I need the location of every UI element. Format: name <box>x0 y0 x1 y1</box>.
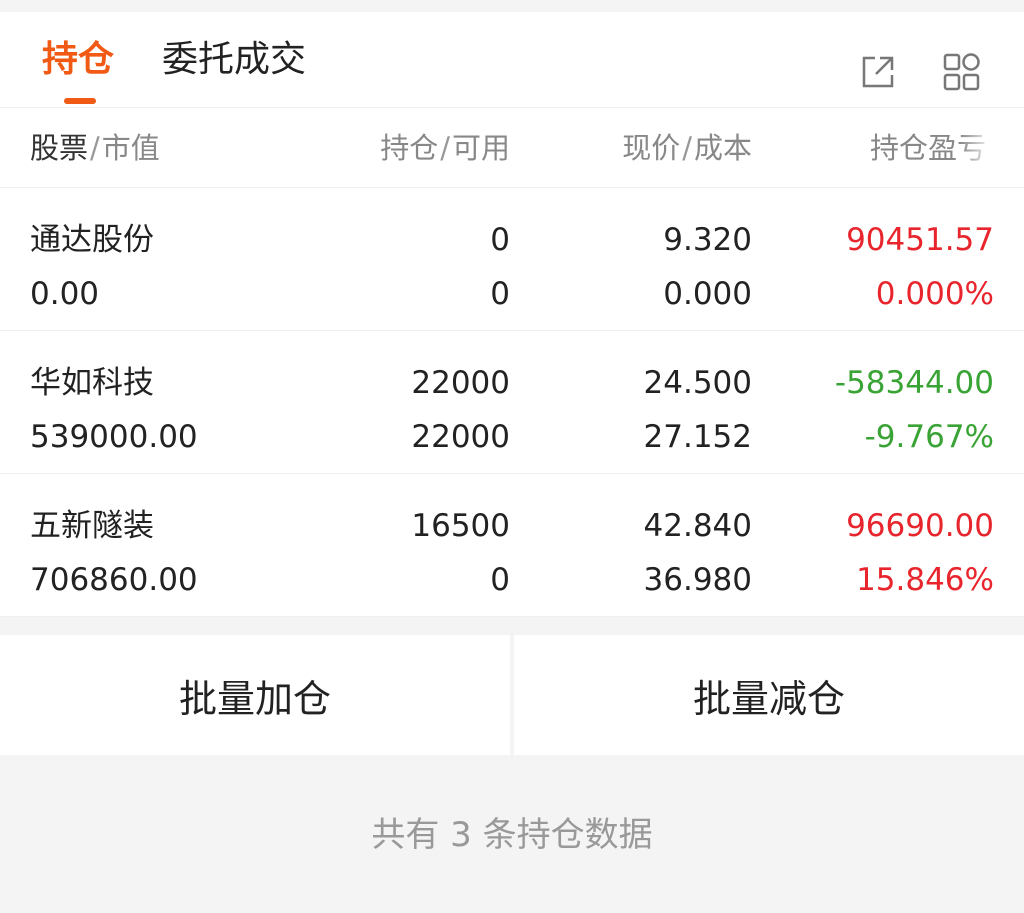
column-sub-label: 市值 <box>101 131 160 165</box>
column-stock-marketvalue[interactable]: 股票/市值 <box>30 130 160 166</box>
table-row[interactable]: 五新隧装 706860.00 16500 0 42.840 36.980 966… <box>0 474 1024 617</box>
table-row[interactable]: 通达股份 0.00 0 0 9.320 0.000 90451.57 0.000… <box>0 188 1024 331</box>
position-qty: 16500 <box>411 508 510 544</box>
market-value: 706860.00 <box>30 562 198 598</box>
batch-add-button[interactable]: 批量加仓 <box>0 635 510 755</box>
column-price-cost[interactable]: 现价/成本 <box>622 130 752 166</box>
available-qty: 22000 <box>411 419 510 455</box>
profit-loss: 90451.57 <box>846 222 994 258</box>
batch-actions: 批量加仓 批量减仓 <box>0 635 1024 755</box>
available-qty: 0 <box>490 276 510 312</box>
column-main-label: 持仓 <box>380 131 439 165</box>
position-qty: 22000 <box>411 365 510 401</box>
tab-orders-trades[interactable]: 委托成交 <box>162 40 306 80</box>
table-row[interactable]: 华如科技 539000.00 22000 22000 24.500 27.152… <box>0 331 1024 474</box>
column-position-available[interactable]: 持仓/可用 <box>380 130 510 166</box>
column-sub-label: 可用 <box>451 131 510 165</box>
column-main-label: 股票 <box>30 131 89 165</box>
profit-loss: 96690.00 <box>846 508 994 544</box>
position-qty: 0 <box>490 222 510 258</box>
batch-reduce-button[interactable]: 批量减仓 <box>514 635 1024 755</box>
column-sub-label: 成本 <box>693 131 752 165</box>
market-value: 0.00 <box>30 276 100 312</box>
market-value: 539000.00 <box>30 419 198 455</box>
column-header: 股票/市值 持仓/可用 现价/成本 持仓盈亏 <box>0 108 1024 188</box>
available-qty: 0 <box>490 562 510 598</box>
share-icon[interactable] <box>858 52 898 92</box>
profit-loss-pct: 15.846% <box>856 562 994 598</box>
current-price: 42.840 <box>643 508 752 544</box>
current-price: 24.500 <box>643 365 752 401</box>
stock-name: 五新隧装 <box>30 508 154 544</box>
current-price: 9.320 <box>663 222 752 258</box>
stock-name: 华如科技 <box>30 365 154 401</box>
holdings-count-note: 共有 3 条持仓数据 <box>371 815 653 855</box>
profit-loss: -58344.00 <box>834 365 994 401</box>
profit-loss-pct: 0.000% <box>875 276 994 312</box>
column-main-label: 现价 <box>622 131 681 165</box>
active-tab-indicator <box>64 98 96 104</box>
cost-price: 36.980 <box>643 562 752 598</box>
tab-bar: 持仓 委托成交 <box>0 12 1024 108</box>
grid-icon[interactable] <box>942 52 982 92</box>
tab-holdings[interactable]: 持仓 <box>42 40 114 80</box>
profit-loss-pct: -9.767% <box>864 419 994 455</box>
cost-price: 0.000 <box>663 276 752 312</box>
stock-name: 通达股份 <box>30 222 154 258</box>
cost-price: 27.152 <box>643 419 752 455</box>
scroll-fade-overlay <box>960 122 1000 172</box>
